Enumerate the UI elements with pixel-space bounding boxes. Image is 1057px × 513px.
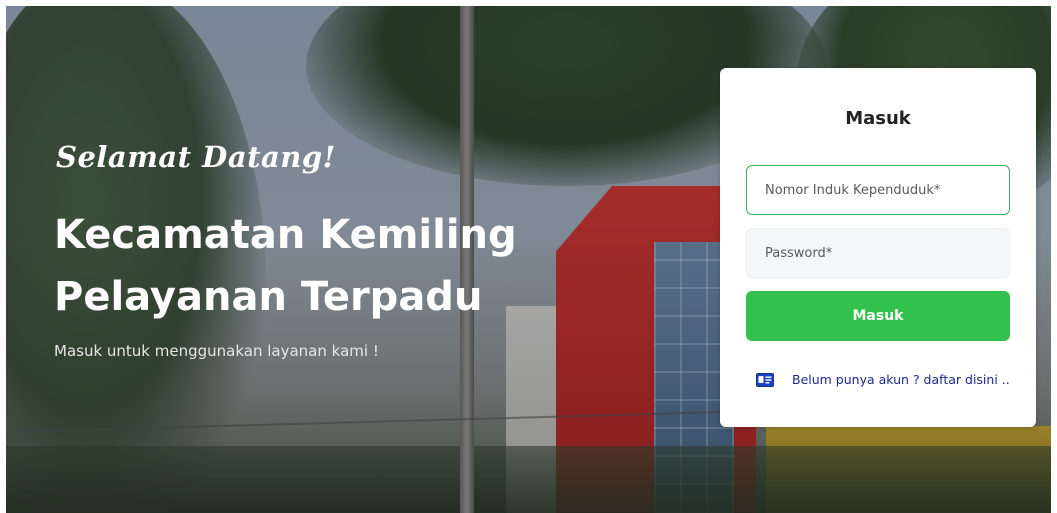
register-link[interactable]: Belum punya akun ? daftar disini .. <box>756 368 1016 390</box>
id-card-icon <box>756 372 774 387</box>
hero-title-line-2: Pelayanan Terpadu <box>54 274 483 320</box>
hero-title-line-1: Kecamatan Kemiling <box>54 212 517 258</box>
password-input[interactable] <box>746 228 1010 278</box>
nik-input[interactable] <box>746 165 1010 215</box>
hero-title: Kecamatan Kemiling Pelayanan Terpadu <box>54 204 614 328</box>
login-card: Masuk Masuk Belum punya akun ? daftar di… <box>720 68 1036 427</box>
register-link-label: Belum punya akun ? daftar disini .. <box>792 371 1010 387</box>
login-heading: Masuk <box>845 108 911 129</box>
hero-subtitle: Masuk untuk menggunakan layanan kami ! <box>54 342 379 360</box>
welcome-heading: Selamat Datang! <box>56 140 336 174</box>
login-button[interactable]: Masuk <box>746 291 1010 341</box>
